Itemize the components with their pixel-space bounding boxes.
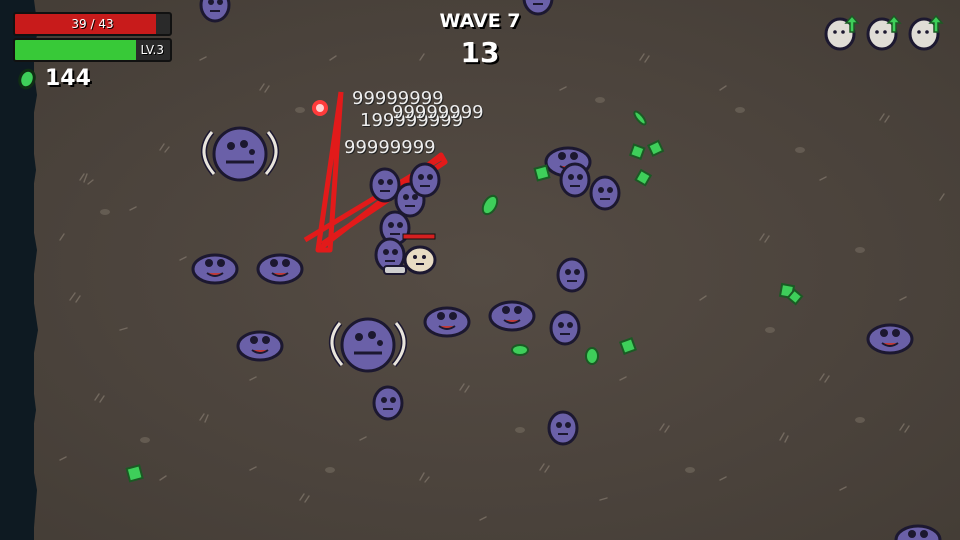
- health-bar: 39 / 43: [13, 12, 172, 36]
- egg-level-up-icon: [866, 14, 902, 51]
- experience-bar-fill: [15, 40, 136, 60]
- health-text: 39 / 43: [71, 17, 114, 31]
- material-drops: [125, 110, 804, 483]
- material-icon: [18, 68, 36, 90]
- level-text: LV.3: [140, 43, 164, 57]
- damage-number: 99999999: [392, 102, 484, 123]
- egg-level-up-icon: [908, 14, 944, 51]
- experience-bar: LV.3: [13, 38, 172, 62]
- game-arena: 99999999 199999999 99999999 99999999 39 …: [0, 0, 960, 540]
- wave-timer: 13: [460, 36, 500, 69]
- wave-label: WAVE 7: [439, 10, 521, 32]
- damage-number: 99999999: [344, 137, 436, 158]
- egg-level-up-icon: [824, 14, 860, 51]
- materials-count: 144: [45, 66, 91, 91]
